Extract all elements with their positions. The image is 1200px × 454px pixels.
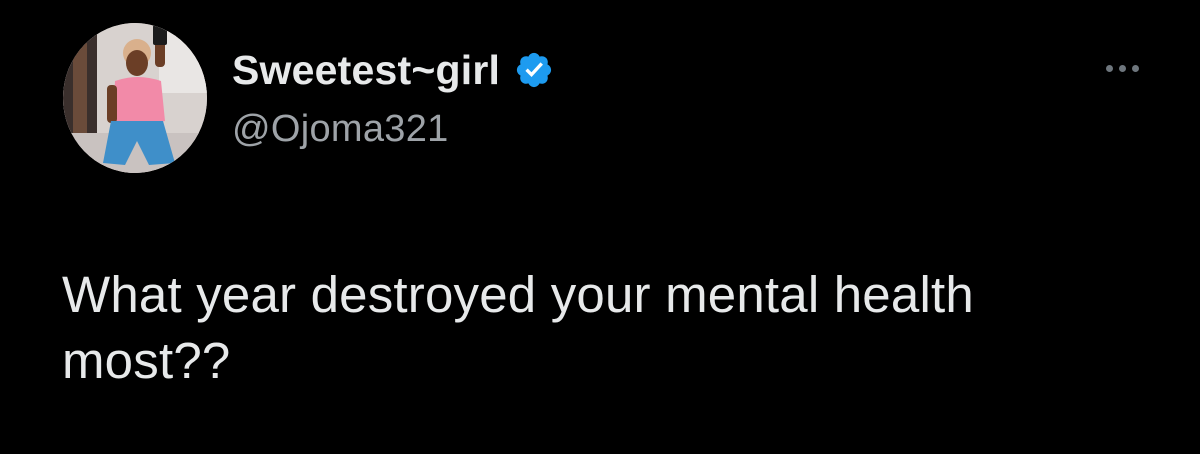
avatar-photo	[63, 23, 207, 173]
tweet-text-line: What year destroyed your mental health	[62, 266, 974, 323]
author-display-name[interactable]: Sweetest~girl	[232, 49, 500, 91]
author-avatar[interactable]	[63, 23, 207, 173]
author-name-row: Sweetest~girl	[232, 44, 554, 96]
tweet-card: Sweetest~girl @Ojoma321 What year destro…	[0, 0, 1200, 454]
author-handle[interactable]: @Ojoma321	[232, 110, 449, 148]
tweet-text-line: most??	[62, 332, 231, 389]
more-options-icon[interactable]	[1096, 52, 1148, 84]
tweet-text: What year destroyed your mental health m…	[62, 262, 1142, 394]
verified-badge-icon	[514, 50, 554, 90]
